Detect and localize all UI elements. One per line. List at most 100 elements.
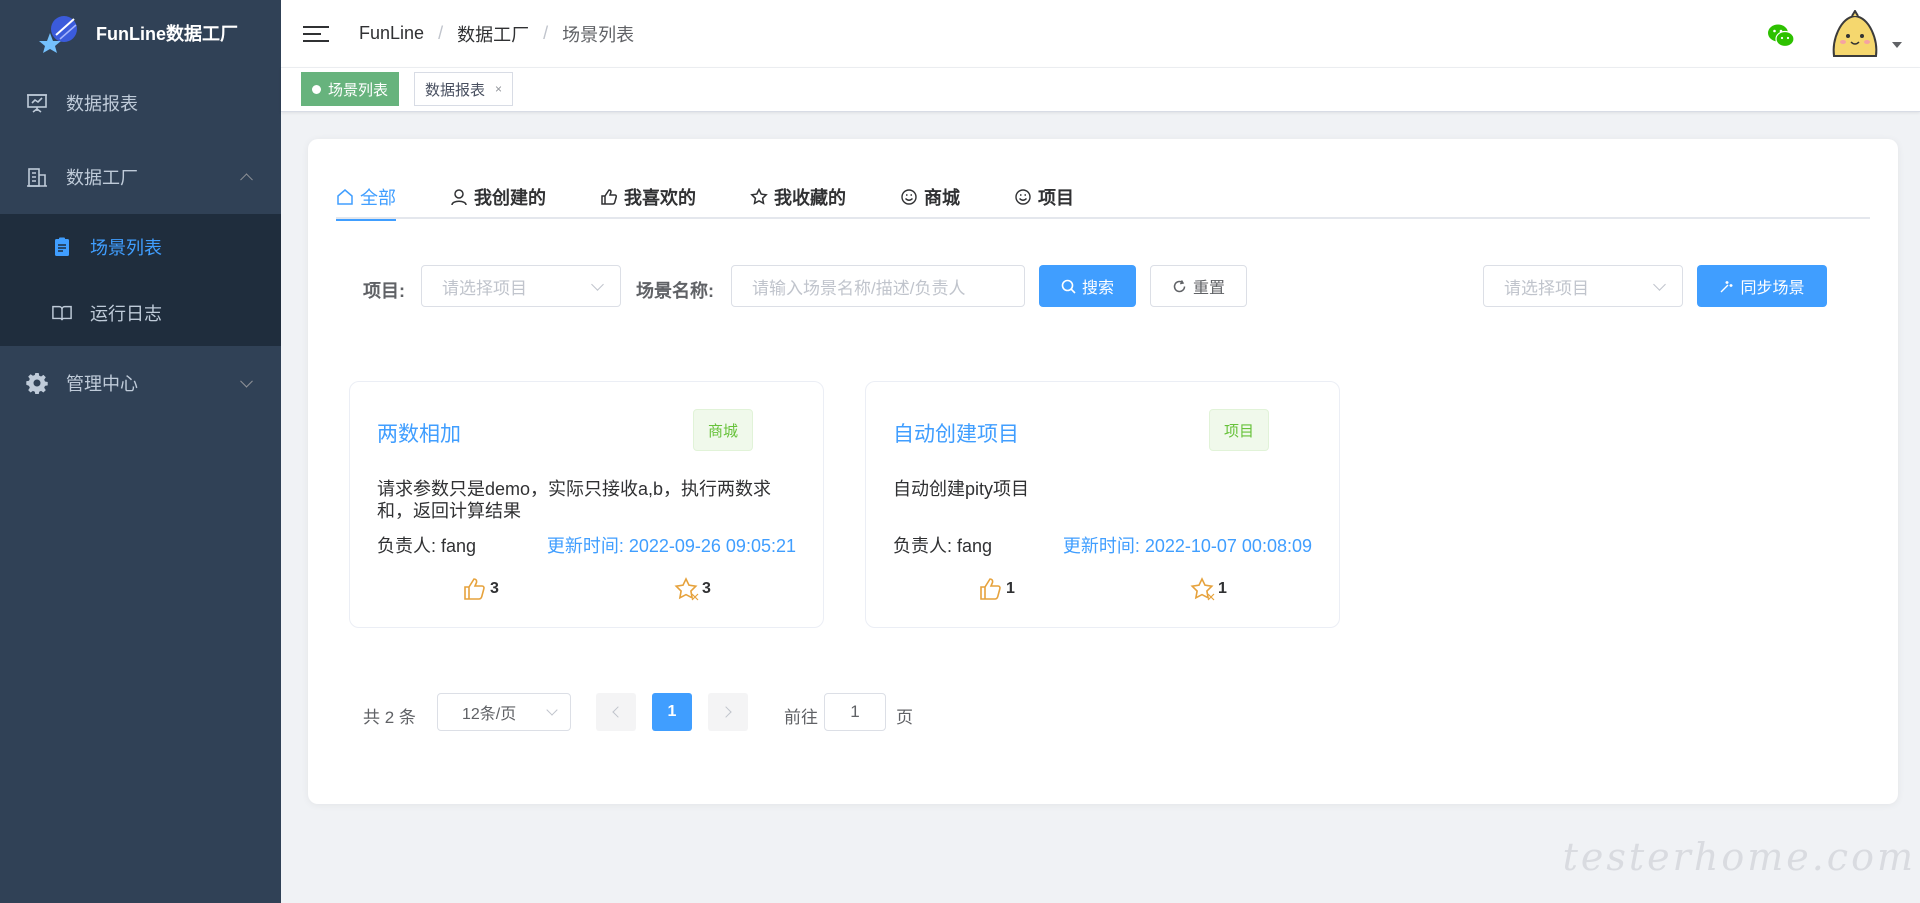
sidebar-item-run-log[interactable]: 运行日志 xyxy=(0,280,281,346)
wechat-icon[interactable] xyxy=(1766,21,1796,51)
sync-scenes-label: 同步场景 xyxy=(1740,280,1805,297)
tag-scene-list[interactable]: 场景列表 xyxy=(301,72,400,106)
reset-button[interactable]: 重置 xyxy=(1150,265,1247,307)
scene-name-label: 场景名称: xyxy=(636,281,714,301)
favorite-count[interactable]: 1 xyxy=(1190,576,1227,602)
scene-updated-time: 更新时间: 2022-10-07 00:08:09 xyxy=(1062,536,1312,556)
avatar[interactable] xyxy=(1826,9,1884,62)
sidebar-item-admin-center[interactable]: 管理中心 xyxy=(0,346,281,420)
header-right xyxy=(1766,9,1902,62)
scene-search-input[interactable]: 请输入场景名称/描述/负责人 xyxy=(731,265,1025,307)
breadcrumb-item[interactable]: FunLine xyxy=(359,23,424,44)
like-count[interactable]: 3 xyxy=(462,576,499,602)
star-icon xyxy=(1190,576,1216,602)
chevron-down-icon xyxy=(240,374,253,388)
close-icon[interactable]: × xyxy=(495,82,502,96)
tab-label: 我创建的 xyxy=(474,188,546,208)
presentation-board-icon xyxy=(26,92,48,114)
page-size-value: 12条/页 xyxy=(462,706,517,723)
breadcrumb: FunLine / 数据工厂 / 场景列表 xyxy=(359,21,634,47)
tab-label: 我喜欢的 xyxy=(624,188,696,208)
sidebar: FunLine数据工厂 数据报表 数据工厂 场景列表 运行日志 管理中心 xyxy=(0,0,281,903)
scene-description: 自动创建pity项目 xyxy=(893,479,1030,499)
project-select[interactable]: 请选择项目 xyxy=(421,265,621,307)
tag-data-report[interactable]: 数据报表 × xyxy=(414,72,514,106)
submenu-data-factory: 场景列表 运行日志 xyxy=(0,214,281,346)
prev-page-button[interactable] xyxy=(596,693,636,731)
hamburger-icon[interactable] xyxy=(303,23,329,45)
favorite-count[interactable]: 3 xyxy=(674,576,711,602)
tab-label: 项目 xyxy=(1038,188,1074,208)
tag-label: 场景列表 xyxy=(328,81,389,99)
scene-description: 请求参数只是demo，实际只接收a,b，执行两数求和，返回计算结果 xyxy=(377,479,772,521)
scene-owner: 负责人: fang xyxy=(377,536,477,556)
tab-mall[interactable]: 商城 xyxy=(900,175,960,219)
page-size-select[interactable]: 12条/页 xyxy=(437,693,571,731)
watermark: testerhome.com xyxy=(1562,835,1916,879)
goto-label: 前往 xyxy=(784,708,818,727)
breadcrumb-item-current: 场景列表 xyxy=(562,24,635,45)
scene-card[interactable]: 自动创建项目 项目 自动创建pity项目 负责人: fang 更新时间: 202… xyxy=(865,381,1340,628)
home-icon xyxy=(336,188,354,206)
pagination-total: 共 2 条 xyxy=(363,708,416,727)
tab-favorites[interactable]: 我收藏的 xyxy=(750,175,846,219)
chevron-down-icon xyxy=(591,278,604,291)
next-page-button[interactable] xyxy=(708,693,748,731)
chevron-right-icon xyxy=(720,706,732,718)
breadcrumb-separator: / xyxy=(543,23,549,43)
like-count-value: 1 xyxy=(1006,580,1015,597)
page-number-current[interactable]: 1 xyxy=(652,693,692,731)
scene-category-tag: 项目 xyxy=(1208,409,1269,451)
scene-search-placeholder: 请输入场景名称/描述/负责人 xyxy=(752,278,966,298)
sidebar-item-label: 场景列表 xyxy=(90,238,162,258)
sync-project-select[interactable]: 请选择项目 xyxy=(1483,265,1683,307)
project-filter-label: 项目: xyxy=(363,281,405,301)
breadcrumb-separator: / xyxy=(438,23,444,43)
tab-created-by-me[interactable]: 我创建的 xyxy=(450,175,546,219)
search-button[interactable]: 搜索 xyxy=(1039,265,1136,307)
tab-liked[interactable]: 我喜欢的 xyxy=(600,175,696,219)
tab-label: 商城 xyxy=(924,188,960,208)
sidebar-item-data-factory[interactable]: 数据工厂 xyxy=(0,140,281,214)
tags-view: 场景列表 数据报表 × xyxy=(281,68,1920,112)
smile-icon xyxy=(1014,188,1032,206)
tab-project[interactable]: 项目 xyxy=(1014,175,1074,219)
sync-scenes-button[interactable]: 同步场景 xyxy=(1697,265,1827,307)
chevron-up-icon xyxy=(240,173,253,187)
sparkle-icon xyxy=(1719,279,1734,294)
like-count[interactable]: 1 xyxy=(978,576,1015,602)
chevron-left-icon xyxy=(612,706,624,718)
brand[interactable]: FunLine数据工厂 xyxy=(0,0,281,66)
main-card: 全部 我创建的 我喜欢的 我收藏的 商城 项目 项目: 请选择项目 场景名称: xyxy=(308,139,1898,804)
sidebar-item-scene-list[interactable]: 场景列表 xyxy=(0,214,281,280)
pagination: 共 2 条 12条/页 1 前往 1 页 xyxy=(363,693,963,733)
scene-card[interactable]: 两数相加 商城 请求参数只是demo，实际只接收a,b，执行两数求和，返回计算结… xyxy=(349,381,824,628)
brand-title: FunLine数据工厂 xyxy=(96,24,238,44)
scene-name[interactable]: 两数相加 xyxy=(377,418,461,448)
scene-name[interactable]: 自动创建项目 xyxy=(893,418,1019,448)
goto-page-input[interactable]: 1 xyxy=(824,693,886,731)
scene-updated-time: 更新时间: 2022-09-26 09:05:21 xyxy=(546,536,796,556)
project-select-placeholder: 请选择项目 xyxy=(442,278,527,298)
caret-down-icon[interactable] xyxy=(1892,42,1902,48)
clipboard-icon xyxy=(52,237,72,257)
filter-bar: 项目: 请选择项目 场景名称: 请输入场景名称/描述/负责人 搜索 重置 请选择… xyxy=(308,265,1898,309)
building-icon xyxy=(26,166,48,188)
sidebar-item-label: 数据工厂 xyxy=(66,168,138,188)
chevron-down-icon xyxy=(546,704,558,716)
tab-all[interactable]: 全部 xyxy=(336,175,396,221)
tag-label: 数据报表 xyxy=(425,81,486,99)
scene-category-tag: 商城 xyxy=(692,409,753,451)
search-button-label: 搜索 xyxy=(1081,280,1114,297)
navbar: FunLine / 数据工厂 / 场景列表 xyxy=(281,0,1920,68)
breadcrumb-item[interactable]: 数据工厂 xyxy=(457,21,529,47)
brand-logo-icon xyxy=(38,13,82,53)
scene-owner: 负责人: fang xyxy=(893,536,993,556)
like-count-value: 3 xyxy=(490,580,499,597)
chevron-down-icon xyxy=(1653,278,1666,291)
sidebar-item-data-report[interactable]: 数据报表 xyxy=(0,66,281,140)
thumb-up-icon xyxy=(978,576,1004,602)
gear-icon xyxy=(26,372,48,394)
scene-tabs: 全部 我创建的 我喜欢的 我收藏的 商城 项目 xyxy=(336,175,1870,221)
thumb-up-icon xyxy=(462,576,488,602)
